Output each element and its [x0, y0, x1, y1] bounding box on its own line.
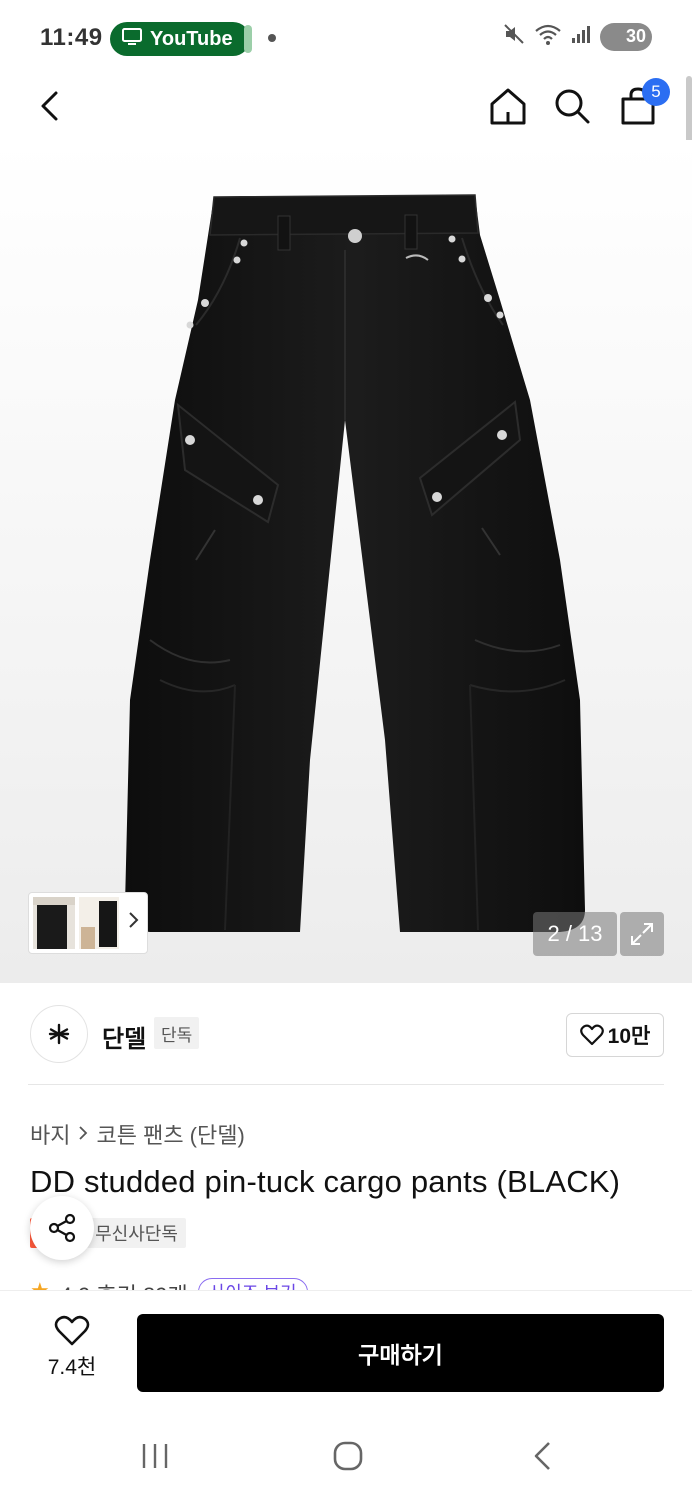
- heart-icon: [579, 1024, 604, 1046]
- exclusive-tag: 무신사단독: [87, 1218, 186, 1248]
- search-icon: [555, 89, 590, 124]
- home-system-button[interactable]: [332, 1438, 364, 1474]
- share-icon: [48, 1213, 76, 1243]
- wifi-icon: [534, 22, 562, 51]
- breadcrumb: 바지 코튼 팬츠 (단델): [30, 1118, 245, 1150]
- gallery-page-counter: 2 / 13: [533, 912, 617, 956]
- heart-icon: [54, 1315, 90, 1346]
- back-button[interactable]: [28, 84, 72, 128]
- active-app-pill[interactable]: YouTube: [110, 22, 252, 56]
- product-image-gallery[interactable]: 2 / 13: [0, 140, 692, 983]
- breadcrumb-category[interactable]: 바지: [30, 1118, 70, 1150]
- wishlist-button[interactable]: 7.4천: [30, 1315, 114, 1381]
- brand-like-button[interactable]: 10만: [566, 1013, 664, 1057]
- signal-icon: [570, 23, 592, 50]
- home-button[interactable]: [486, 84, 530, 128]
- share-button[interactable]: [30, 1196, 94, 1260]
- cart-button[interactable]: 5: [616, 78, 670, 128]
- asterisk-logo-icon: [48, 1023, 70, 1045]
- product-photo: [125, 194, 585, 932]
- pill-edge: [244, 25, 252, 53]
- search-button[interactable]: [550, 84, 594, 128]
- wishlist-count: 7.4천: [47, 1356, 97, 1379]
- back-icon: [534, 1442, 550, 1470]
- brand-logo[interactable]: [30, 1005, 88, 1063]
- thumbnail-strip[interactable]: [28, 892, 148, 954]
- thumbnail-image[interactable]: [79, 897, 119, 949]
- brand-name[interactable]: 단델: [102, 1019, 146, 1054]
- bottom-purchase-bar: 7.4천 구매하기: [0, 1290, 692, 1410]
- chevron-left-icon: [41, 91, 58, 121]
- status-bar: 11:49 YouTube 30: [0, 0, 692, 76]
- system-nav-bar: [0, 1410, 692, 1500]
- recent-apps-button[interactable]: [140, 1438, 170, 1474]
- home-circle-icon: [333, 1441, 363, 1471]
- thumbnail-image[interactable]: [33, 897, 75, 949]
- brand-like-count: 10만: [607, 1025, 651, 1048]
- chevron-right-icon: [78, 1121, 88, 1147]
- mute-icon: [502, 22, 526, 51]
- status-time: 11:49: [40, 24, 103, 51]
- chevron-right-icon[interactable]: [127, 910, 139, 936]
- tv-icon: [122, 27, 142, 51]
- system-back-button[interactable]: [530, 1438, 554, 1474]
- notification-dot: [268, 34, 276, 42]
- product-title: DD studded pin-tuck cargo pants (BLACK): [30, 1164, 621, 1199]
- expand-button[interactable]: [620, 912, 664, 956]
- battery-indicator: 30: [600, 22, 652, 51]
- exclusive-badge: 단독: [154, 1017, 200, 1049]
- expand-icon: [631, 923, 653, 945]
- brand-row: 단델 단독 10만: [0, 983, 692, 1085]
- cart-count-badge: 5: [642, 78, 670, 106]
- breadcrumb-subcategory[interactable]: 코튼 팬츠 (단델): [96, 1118, 244, 1150]
- buy-button[interactable]: 구매하기: [137, 1314, 664, 1392]
- recent-apps-icon: [142, 1444, 168, 1468]
- top-nav: 5: [0, 76, 692, 140]
- status-icons: 30: [502, 22, 652, 51]
- divider: [28, 1084, 664, 1085]
- active-app-label: YouTube: [150, 27, 233, 50]
- home-icon: [490, 88, 526, 125]
